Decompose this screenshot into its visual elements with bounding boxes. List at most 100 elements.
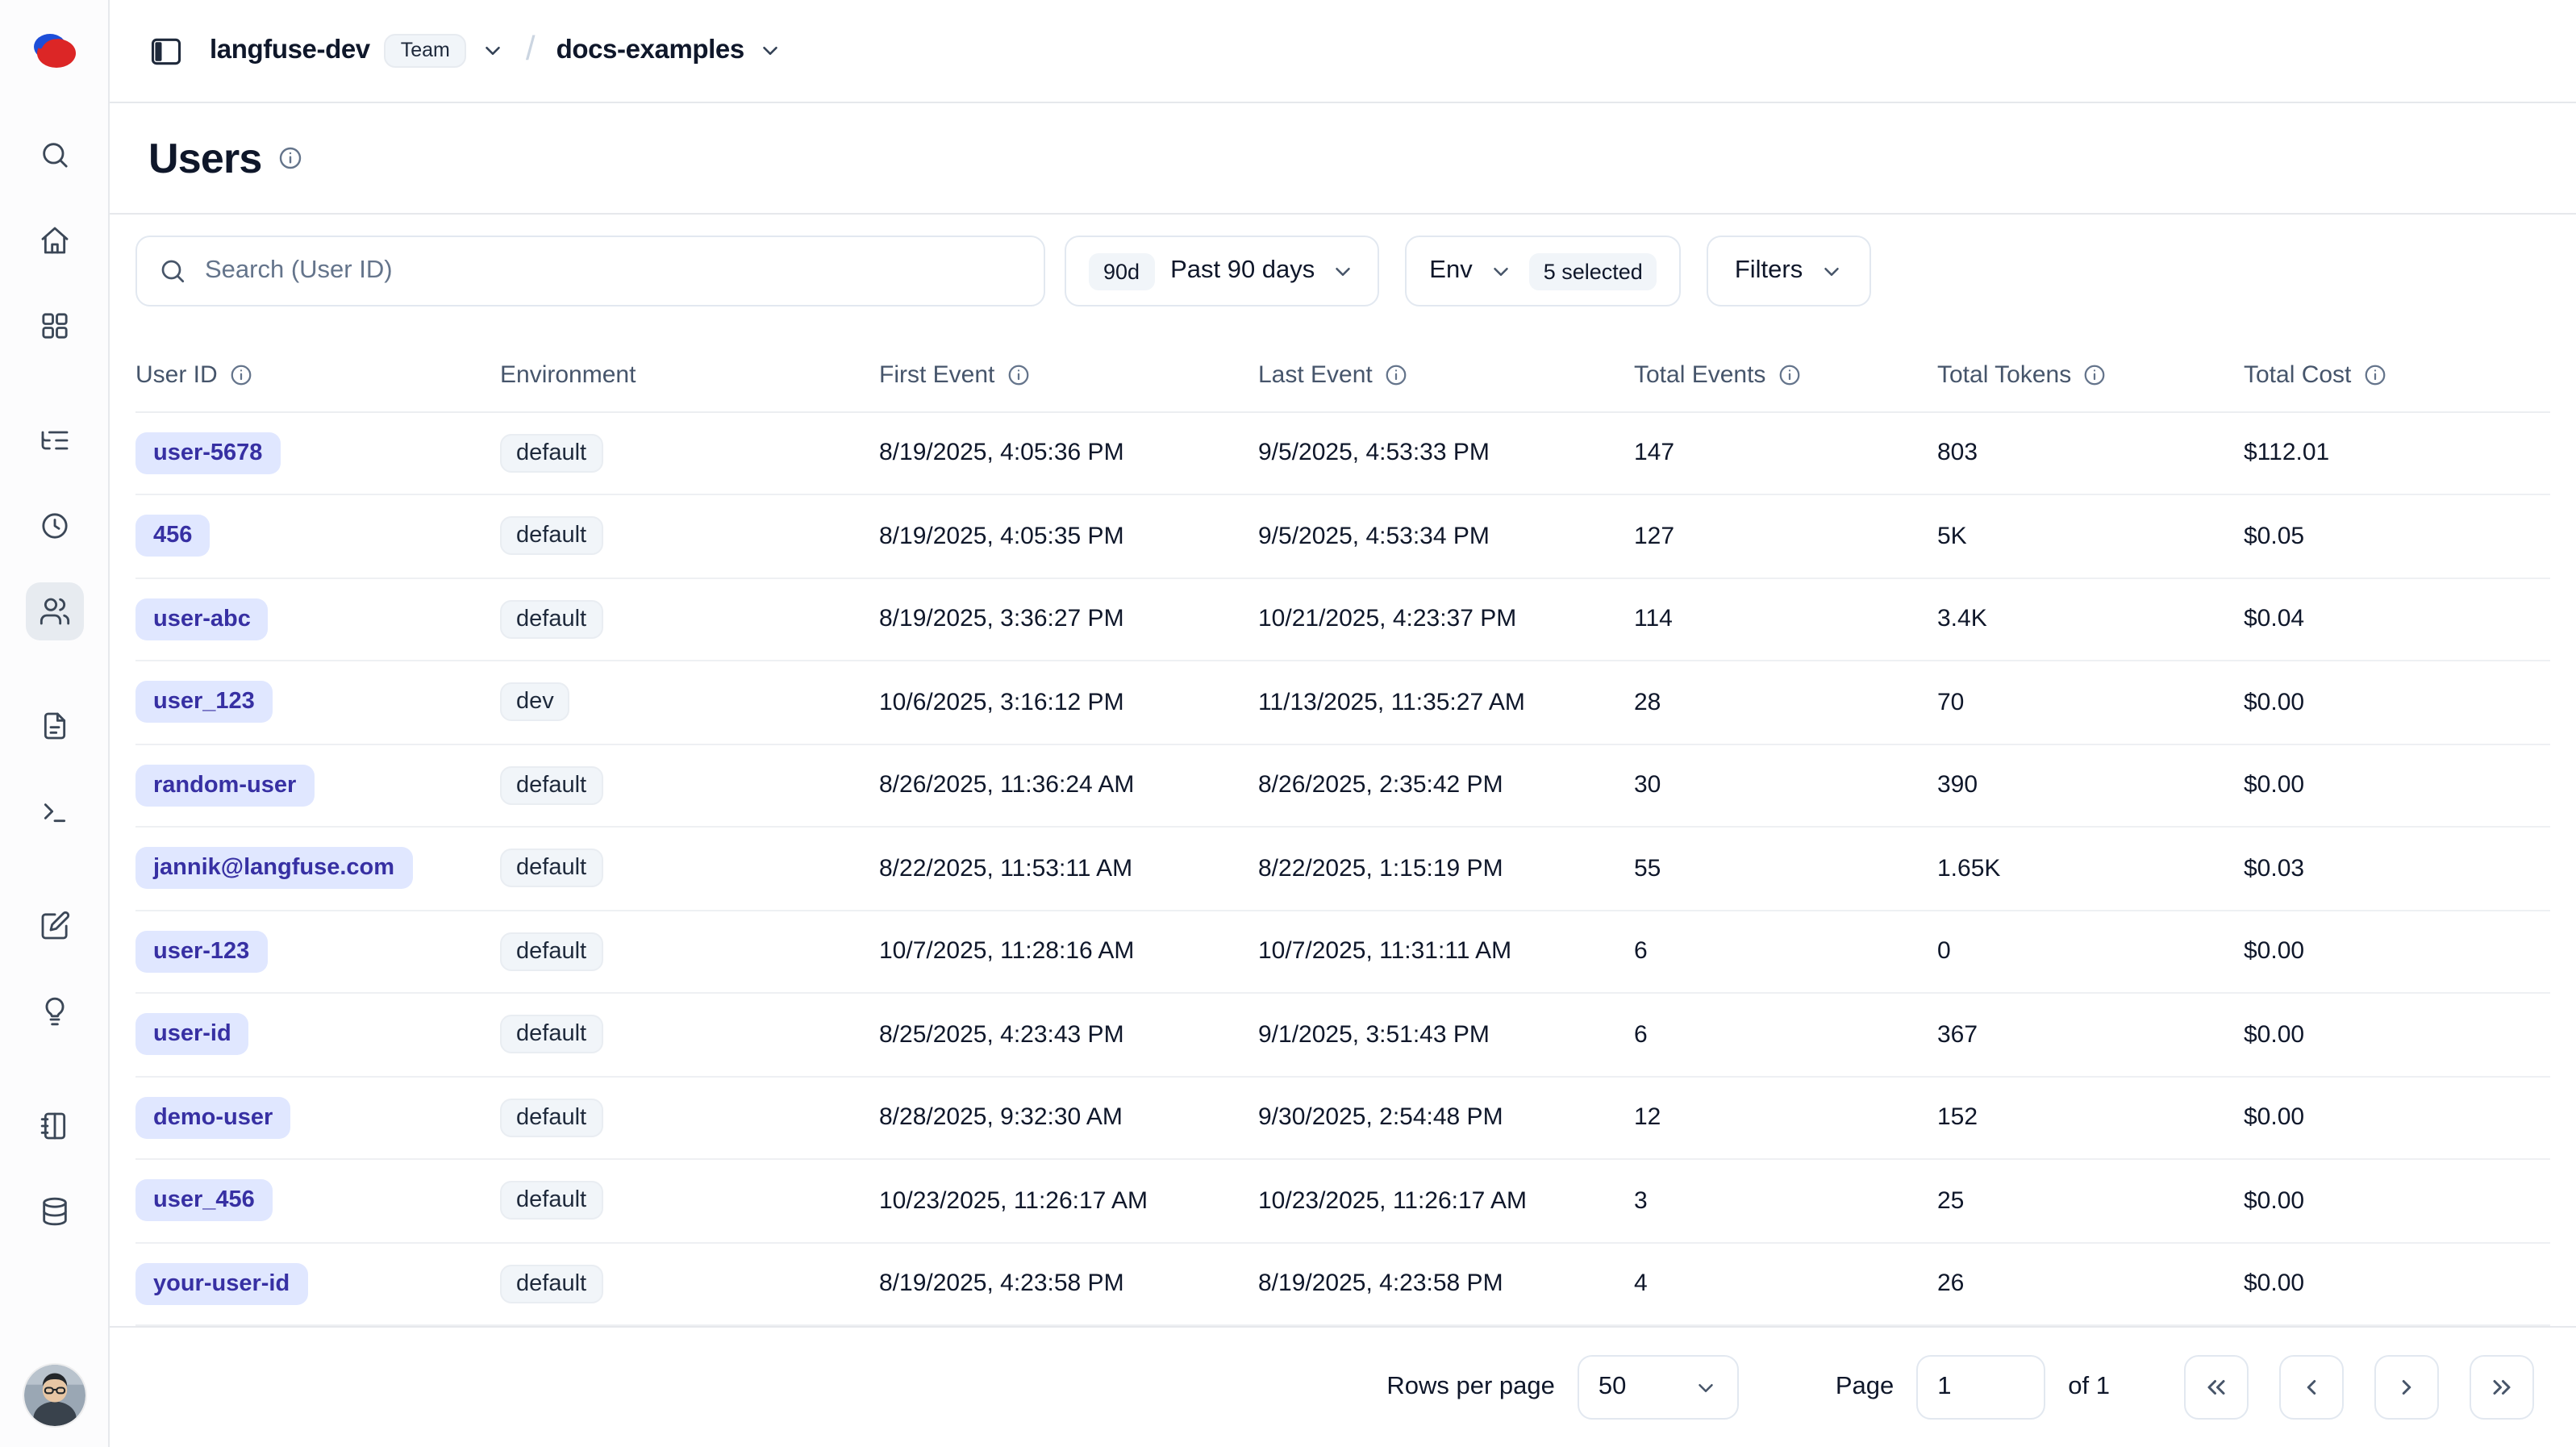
- column-header-last-event[interactable]: Last Event: [1258, 361, 1634, 389]
- table-row: your-user-id default 8/19/2025, 4:23:58 …: [135, 1243, 2550, 1326]
- column-header-total-cost[interactable]: Total Cost: [2244, 361, 2550, 389]
- total-events-cell: 55: [1634, 855, 1937, 882]
- first-event-cell: 8/19/2025, 3:36:27 PM: [879, 606, 1258, 633]
- org-switcher-button[interactable]: [481, 39, 505, 63]
- sidebar-item-datasets[interactable]: [25, 1182, 83, 1241]
- user-id-badge[interactable]: user-id: [135, 1014, 249, 1056]
- sidebar-item-insights[interactable]: [25, 982, 83, 1040]
- total-cost-cell: $0.05: [2244, 523, 2550, 550]
- breadcrumb: langfuse-dev Team / docs-examples: [210, 31, 783, 70]
- previous-page-button[interactable]: [2279, 1355, 2344, 1420]
- sidebar-item-playground[interactable]: [25, 782, 83, 840]
- chevron-down-icon: [481, 39, 505, 63]
- sidebar-nav: [25, 103, 83, 1365]
- user-id-badge[interactable]: user-abc: [135, 598, 269, 640]
- page-label: Page: [1836, 1373, 1894, 1402]
- chevrons-right-icon: [2487, 1373, 2516, 1402]
- chevron-left-icon: [2297, 1373, 2326, 1402]
- total-events-cell: 4: [1634, 1270, 1937, 1298]
- last-event-cell: 10/21/2025, 4:23:37 PM: [1258, 606, 1634, 633]
- next-page-button[interactable]: [2374, 1355, 2439, 1420]
- sidebar-item-prompts[interactable]: [25, 697, 83, 755]
- topbar: langfuse-dev Team / docs-examples: [110, 0, 2576, 103]
- user-id-badge[interactable]: jannik@langfuse.com: [135, 848, 412, 890]
- last-page-button[interactable]: [2470, 1355, 2534, 1420]
- sidebar-item-evaluation[interactable]: [25, 897, 83, 955]
- sidebar-item-tracing[interactable]: [25, 411, 83, 469]
- sidebar-item-search[interactable]: [25, 126, 83, 184]
- page-number-input[interactable]: [1916, 1355, 2045, 1420]
- user-id-badge[interactable]: user_456: [135, 1180, 273, 1222]
- last-event-cell: 10/7/2025, 11:31:11 AM: [1258, 938, 1634, 965]
- first-event-cell: 8/28/2025, 9:32:30 AM: [879, 1104, 1258, 1132]
- filters-label: Filters: [1735, 256, 1803, 286]
- rows-per-page-label: Rows per page: [1386, 1373, 1555, 1402]
- date-range-button[interactable]: 90d Past 90 days: [1065, 236, 1379, 306]
- total-tokens-cell: 25: [1937, 1187, 2244, 1215]
- total-tokens-cell: 152: [1937, 1104, 2244, 1132]
- environment-badge: default: [500, 1265, 602, 1303]
- breadcrumb-project[interactable]: docs-examples: [556, 35, 744, 66]
- page-info-icon[interactable]: [278, 145, 304, 171]
- info-icon[interactable]: [229, 363, 253, 387]
- column-header-first-event[interactable]: First Event: [879, 361, 1258, 389]
- last-event-cell: 10/23/2025, 11:26:17 AM: [1258, 1187, 1634, 1215]
- total-tokens-cell: 803: [1937, 440, 2244, 467]
- clock-icon: [38, 510, 70, 542]
- info-icon[interactable]: [2362, 363, 2386, 387]
- org-type-badge: Team: [385, 33, 466, 69]
- first-event-cell: 8/25/2025, 4:23:43 PM: [879, 1021, 1258, 1049]
- column-header-total-events[interactable]: Total Events: [1634, 361, 1937, 389]
- toolbar: 90d Past 90 days Env 5 selected Filters: [110, 215, 2576, 306]
- last-event-cell: 9/5/2025, 4:53:34 PM: [1258, 523, 1634, 550]
- total-tokens-cell: 5K: [1937, 523, 2244, 550]
- sidebar-toggle-button[interactable]: [142, 27, 190, 75]
- user-id-badge[interactable]: demo-user: [135, 1097, 290, 1139]
- total-cost-cell: $0.00: [2244, 772, 2550, 799]
- table-row: user_123 dev 10/6/2025, 3:16:12 PM 11/13…: [135, 661, 2550, 744]
- info-icon[interactable]: [1384, 363, 1408, 387]
- filters-button[interactable]: Filters: [1707, 236, 1870, 306]
- project-switcher-button[interactable]: [759, 39, 783, 63]
- table-row: demo-user default 8/28/2025, 9:32:30 AM …: [135, 1077, 2550, 1160]
- breadcrumb-org[interactable]: langfuse-dev: [210, 35, 370, 66]
- total-tokens-cell: 390: [1937, 772, 2244, 799]
- sidebar-item-home[interactable]: [25, 211, 83, 269]
- user-id-badge[interactable]: random-user: [135, 765, 314, 807]
- first-event-cell: 8/26/2025, 11:36:24 AM: [879, 772, 1258, 799]
- page-title: Users: [148, 133, 262, 183]
- langfuse-logo[interactable]: [0, 0, 108, 103]
- rows-per-page-select[interactable]: 50: [1578, 1355, 1739, 1420]
- first-page-button[interactable]: [2184, 1355, 2249, 1420]
- breadcrumb-separator: /: [519, 30, 542, 69]
- environment-badge: default: [500, 1015, 602, 1054]
- user-avatar[interactable]: [23, 1365, 85, 1426]
- column-header-user-id[interactable]: User ID: [135, 361, 500, 389]
- users-icon: [38, 595, 70, 628]
- info-icon[interactable]: [1006, 363, 1030, 387]
- user-id-badge[interactable]: user_123: [135, 682, 273, 724]
- sidebar-item-users[interactable]: [25, 582, 83, 640]
- user-id-badge[interactable]: 456: [135, 515, 210, 557]
- search-input[interactable]: [202, 255, 1023, 287]
- user-id-badge[interactable]: your-user-id: [135, 1263, 307, 1305]
- sidebar-item-annotation[interactable]: [25, 1097, 83, 1155]
- last-event-cell: 8/22/2025, 1:15:19 PM: [1258, 855, 1634, 882]
- magnifier-icon: [158, 256, 187, 286]
- user-id-badge[interactable]: user-123: [135, 931, 267, 973]
- environment-badge: dev: [500, 683, 570, 722]
- column-header-total-tokens[interactable]: Total Tokens: [1937, 361, 2244, 389]
- user-id-badge[interactable]: user-5678: [135, 432, 280, 474]
- sidebar-item-dashboard[interactable]: [25, 297, 83, 355]
- total-cost-cell: $0.03: [2244, 855, 2550, 882]
- rows-per-page-value: 50: [1599, 1373, 1627, 1402]
- sidebar-item-sessions[interactable]: [25, 497, 83, 555]
- total-cost-cell: $0.00: [2244, 1187, 2550, 1215]
- env-filter-button[interactable]: Env 5 selected: [1405, 236, 1682, 306]
- info-icon[interactable]: [2082, 363, 2107, 387]
- environment-badge: default: [500, 932, 602, 971]
- column-header-environment[interactable]: Environment: [500, 361, 879, 389]
- last-event-cell: 9/5/2025, 4:53:33 PM: [1258, 440, 1634, 467]
- square-pen-icon: [38, 910, 70, 942]
- info-icon[interactable]: [1777, 363, 1801, 387]
